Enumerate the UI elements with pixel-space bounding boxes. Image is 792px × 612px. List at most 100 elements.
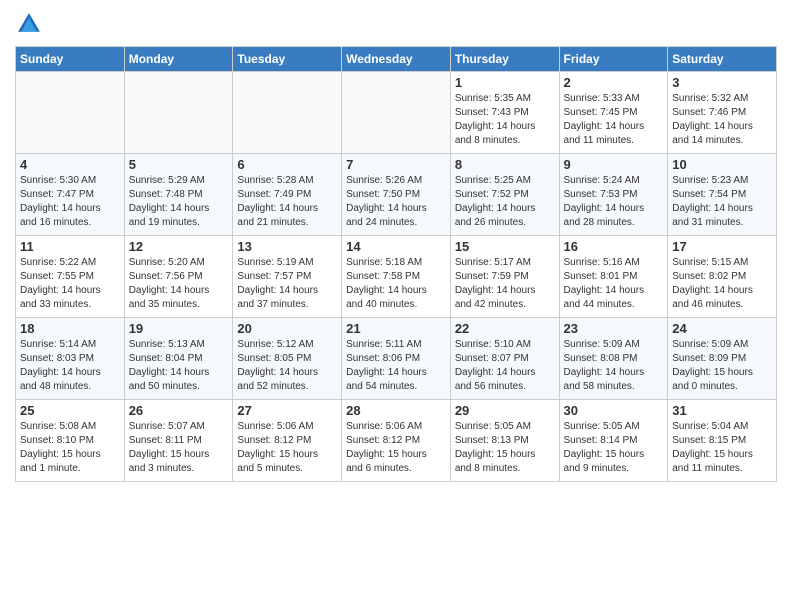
day-cell: 1 Sunrise: 5:35 AM Sunset: 7:43 PM Daylig… [450,72,559,154]
day-cell: 9 Sunrise: 5:24 AM Sunset: 7:53 PM Daylig… [559,154,668,236]
day-cell: 5Sunrise: 5:29 AM Sunset: 7:48 PM Daylig… [124,154,233,236]
day-info: Sunrise: 5:19 AM Sunset: 7:57 PM Dayligh… [237,256,337,312]
day-info: Sunrise: 5:07 AM Sunset: 8:11 PM Dayligh… [129,420,229,476]
day-number: 7 [346,157,446,172]
day-cell [342,72,451,154]
day-info: Sunrise: 5:22 AM Sunset: 7:55 PM Dayligh… [20,256,120,312]
day-number: 25 [20,403,120,418]
day-cell: 8 Sunrise: 5:25 AM Sunset: 7:52 PM Daylig… [450,154,559,236]
day-number: 4 [20,157,120,172]
day-cell: 2Sunrise: 5:33 AM Sunset: 7:45 PM Daylig… [559,72,668,154]
header-thursday: Thursday [450,47,559,72]
day-info: Sunrise: 5:20 AM Sunset: 7:56 PM Dayligh… [129,256,229,312]
day-number: 14 [346,239,446,254]
day-cell: 4 Sunrise: 5:30 AM Sunset: 7:47 PM Daylig… [16,154,125,236]
day-cell [16,72,125,154]
day-info: Sunrise: 5:10 AM Sunset: 8:07 PM Dayligh… [455,338,555,394]
day-info: Sunrise: 5:13 AM Sunset: 8:04 PM Dayligh… [129,338,229,394]
day-info: Sunrise: 5:14 AM Sunset: 8:03 PM Dayligh… [20,338,120,394]
day-number: 18 [20,321,120,336]
day-cell: 28 Sunrise: 5:06 AM Sunset: 8:12 PM Dayli… [342,400,451,482]
day-cell [124,72,233,154]
day-number: 12 [129,239,229,254]
day-cell: 10 Sunrise: 5:23 AM Sunset: 7:54 PM Dayli… [668,154,777,236]
day-number: 30 [564,403,664,418]
day-cell: 19Sunrise: 5:13 AM Sunset: 8:04 PM Dayli… [124,318,233,400]
day-info: Sunrise: 5:09 AM Sunset: 8:09 PM Dayligh… [672,338,772,394]
day-number: 2 [564,75,664,90]
day-info: Sunrise: 5:35 AM Sunset: 7:43 PM Dayligh… [455,92,555,148]
day-cell: 12 Sunrise: 5:20 AM Sunset: 7:56 PM Dayli… [124,236,233,318]
day-cell: 18 Sunrise: 5:14 AM Sunset: 8:03 PM Dayli… [16,318,125,400]
day-cell: 24 Sunrise: 5:09 AM Sunset: 8:09 PM Dayli… [668,318,777,400]
day-number: 11 [20,239,120,254]
day-info: Sunrise: 5:05 AM Sunset: 8:13 PM Dayligh… [455,420,555,476]
day-number: 3 [672,75,772,90]
header-wednesday: Wednesday [342,47,451,72]
day-info: Sunrise: 5:16 AM Sunset: 8:01 PM Dayligh… [564,256,664,312]
day-info: Sunrise: 5:04 AM Sunset: 8:15 PM Dayligh… [672,420,772,476]
day-cell: 26 Sunrise: 5:07 AM Sunset: 8:11 PM Dayli… [124,400,233,482]
day-info: Sunrise: 5:32 AM Sunset: 7:46 PM Dayligh… [672,92,772,148]
header-saturday: Saturday [668,47,777,72]
day-cell: 27Sunrise: 5:06 AM Sunset: 8:12 PM Dayli… [233,400,342,482]
day-number: 31 [672,403,772,418]
day-info: Sunrise: 5:15 AM Sunset: 8:02 PM Dayligh… [672,256,772,312]
day-cell: 17 Sunrise: 5:15 AM Sunset: 8:02 PM Dayli… [668,236,777,318]
day-info: Sunrise: 5:26 AM Sunset: 7:50 PM Dayligh… [346,174,446,230]
day-cell: 7 Sunrise: 5:26 AM Sunset: 7:50 PM Daylig… [342,154,451,236]
day-number: 5 [129,157,229,172]
day-cell: 15Sunrise: 5:17 AM Sunset: 7:59 PM Dayli… [450,236,559,318]
day-number: 23 [564,321,664,336]
week-row-5: 25Sunrise: 5:08 AM Sunset: 8:10 PM Dayli… [16,400,777,482]
calendar-header-row: SundayMondayTuesdayWednesdayThursdayFrid… [16,47,777,72]
day-cell: 31 Sunrise: 5:04 AM Sunset: 8:15 PM Dayli… [668,400,777,482]
day-info: Sunrise: 5:12 AM Sunset: 8:05 PM Dayligh… [237,338,337,394]
day-number: 17 [672,239,772,254]
day-info: Sunrise: 5:06 AM Sunset: 8:12 PM Dayligh… [346,420,446,476]
day-cell: 6 Sunrise: 5:28 AM Sunset: 7:49 PM Daylig… [233,154,342,236]
day-number: 26 [129,403,229,418]
day-cell: 23 Sunrise: 5:09 AM Sunset: 8:08 PM Dayli… [559,318,668,400]
day-number: 1 [455,75,555,90]
day-cell: 20 Sunrise: 5:12 AM Sunset: 8:05 PM Dayli… [233,318,342,400]
day-info: Sunrise: 5:05 AM Sunset: 8:14 PM Dayligh… [564,420,664,476]
day-info: Sunrise: 5:24 AM Sunset: 7:53 PM Dayligh… [564,174,664,230]
day-info: Sunrise: 5:17 AM Sunset: 7:59 PM Dayligh… [455,256,555,312]
header-monday: Monday [124,47,233,72]
day-cell: 30 Sunrise: 5:05 AM Sunset: 8:14 PM Dayli… [559,400,668,482]
day-cell: 3 Sunrise: 5:32 AM Sunset: 7:46 PM Daylig… [668,72,777,154]
day-info: Sunrise: 5:09 AM Sunset: 8:08 PM Dayligh… [564,338,664,394]
day-number: 6 [237,157,337,172]
day-cell: 14 Sunrise: 5:18 AM Sunset: 7:58 PM Dayli… [342,236,451,318]
day-cell: 13 Sunrise: 5:19 AM Sunset: 7:57 PM Dayli… [233,236,342,318]
day-number: 9 [564,157,664,172]
header-friday: Friday [559,47,668,72]
day-info: Sunrise: 5:30 AM Sunset: 7:47 PM Dayligh… [20,174,120,230]
day-number: 27 [237,403,337,418]
day-number: 20 [237,321,337,336]
day-number: 21 [346,321,446,336]
day-cell: 11 Sunrise: 5:22 AM Sunset: 7:55 PM Dayli… [16,236,125,318]
header [15,10,777,38]
day-info: Sunrise: 5:28 AM Sunset: 7:49 PM Dayligh… [237,174,337,230]
day-info: Sunrise: 5:25 AM Sunset: 7:52 PM Dayligh… [455,174,555,230]
day-cell: 22 Sunrise: 5:10 AM Sunset: 8:07 PM Dayli… [450,318,559,400]
day-cell: 21Sunrise: 5:11 AM Sunset: 8:06 PM Dayli… [342,318,451,400]
day-cell: 29Sunrise: 5:05 AM Sunset: 8:13 PM Dayli… [450,400,559,482]
week-row-1: 1 Sunrise: 5:35 AM Sunset: 7:43 PM Daylig… [16,72,777,154]
day-number: 10 [672,157,772,172]
day-cell [233,72,342,154]
day-number: 28 [346,403,446,418]
day-number: 13 [237,239,337,254]
week-row-2: 4 Sunrise: 5:30 AM Sunset: 7:47 PM Daylig… [16,154,777,236]
day-number: 8 [455,157,555,172]
week-row-4: 18 Sunrise: 5:14 AM Sunset: 8:03 PM Dayli… [16,318,777,400]
day-info: Sunrise: 5:18 AM Sunset: 7:58 PM Dayligh… [346,256,446,312]
day-info: Sunrise: 5:23 AM Sunset: 7:54 PM Dayligh… [672,174,772,230]
main-container: SundayMondayTuesdayWednesdayThursdayFrid… [0,0,792,492]
day-number: 16 [564,239,664,254]
day-number: 22 [455,321,555,336]
day-number: 24 [672,321,772,336]
logo-icon [15,10,43,38]
